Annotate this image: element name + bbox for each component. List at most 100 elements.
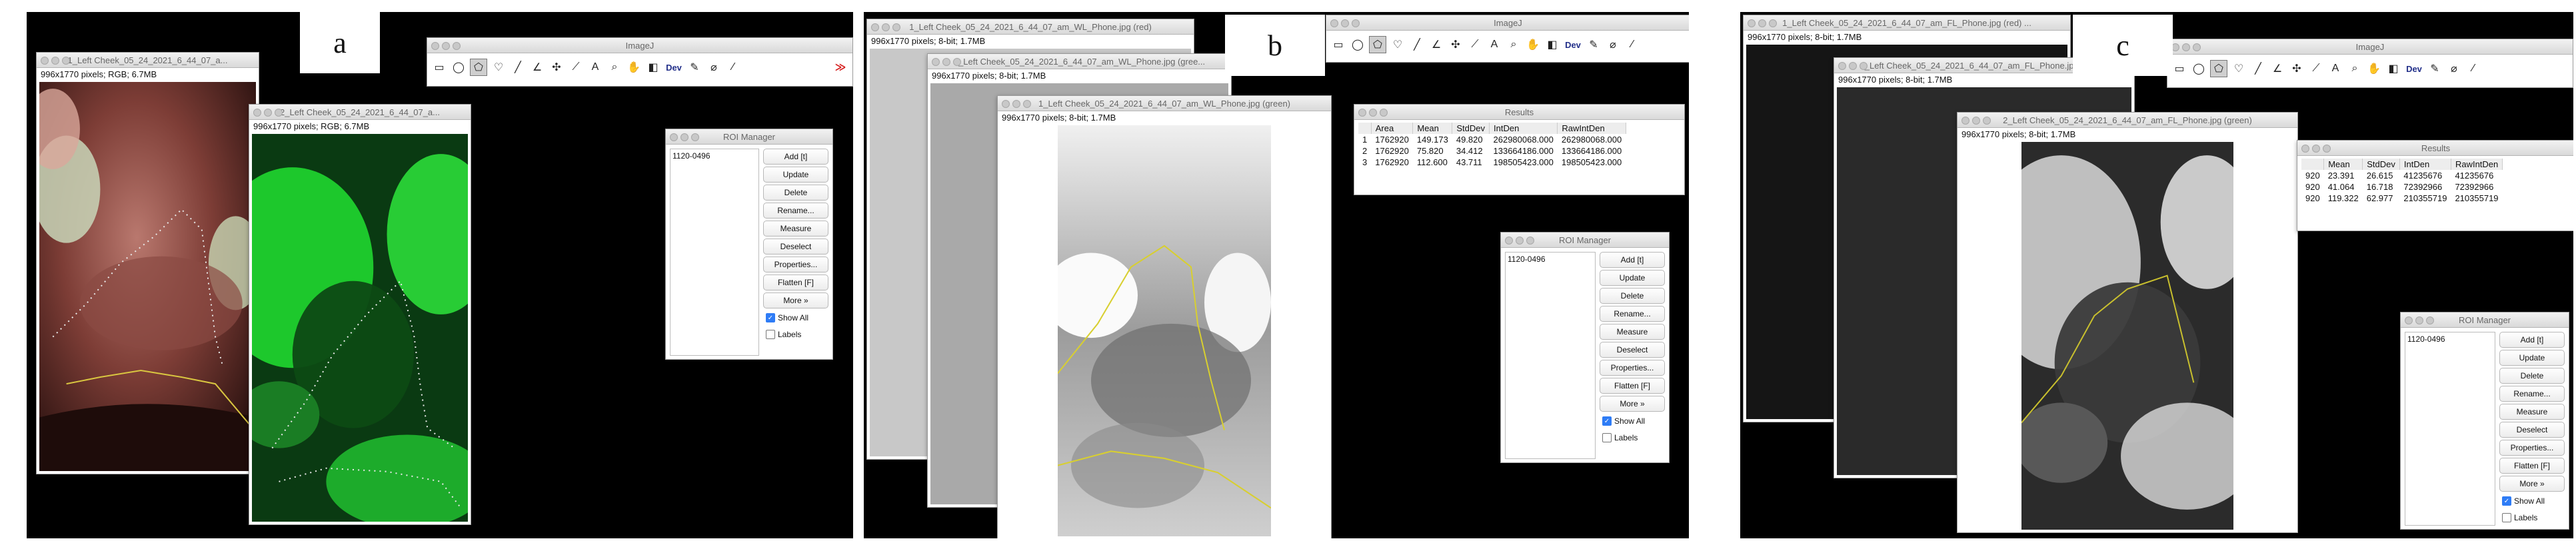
pencil-icon[interactable]: ✎ [686,59,702,75]
window-title-bar[interactable]: ROI Manager [2401,312,2569,328]
deselect-button[interactable]: Deselect [763,239,828,255]
window-controls[interactable] [1002,100,1031,108]
window-controls[interactable] [1358,109,1388,117]
window-controls[interactable] [871,23,900,31]
delete-button[interactable]: Delete [2499,368,2565,384]
delete-button[interactable]: Delete [763,185,828,201]
roi-list-item[interactable]: 1120-0496 [1508,255,1593,264]
window-title-bar[interactable]: Results [2297,141,2573,156]
roi-manager-window[interactable]: ROI Manager 1120-0496 Add [t] Update Del… [2400,312,2569,530]
line-tool-icon[interactable]: ╱ [510,59,526,75]
properties-button[interactable]: Properties... [763,257,828,273]
freehand-tool-icon[interactable]: ♡ [491,59,507,75]
table-row[interactable]: 920 119.322 62.977 210355719 210355719 [2301,193,2503,204]
grayscale-image-green[interactable] [2021,142,2233,530]
hand-tool-icon[interactable]: ✋ [2366,61,2382,77]
add-button[interactable]: Add [t] [2499,332,2565,348]
window-title-bar[interactable]: ImageJ [427,38,852,53]
polygon-tool-icon[interactable]: ⬠ [470,59,487,76]
table-row[interactable]: 920 23.391 26.615 41235676 41235676 [2301,170,2503,181]
roi-list-item[interactable]: 1120-0496 [2407,334,2493,344]
angle-tool-icon[interactable]: ∠ [529,59,545,75]
show-all-checkbox[interactable]: ✓ Show All [1600,414,1665,428]
measure-button[interactable]: Measure [763,221,828,237]
update-button[interactable]: Update [1600,270,1665,286]
freehand-tool-icon[interactable]: ♡ [2231,61,2247,77]
freehand-tool-icon[interactable]: ♡ [1390,37,1406,53]
polygon-tool-icon[interactable]: ⬠ [1369,36,1386,53]
oval-tool-icon[interactable]: ◯ [1350,37,1366,53]
window-controls[interactable] [2301,145,2331,153]
deselect-button[interactable]: Deselect [1600,342,1665,358]
window-title-bar[interactable]: 1_Left Cheek_05_24_2021_6_44_07_am_FL_Ph… [1744,15,2070,31]
dev-icon[interactable]: Dev [1564,37,1582,53]
table-row[interactable]: 3 1762920 112.600 43.711 198505423.000 1… [1358,157,1626,168]
window-title-bar[interactable]: 1_Left Cheek_05_24_2021_6_44_07_am_WL_Ph… [998,96,1331,111]
angle-tool-icon[interactable]: ∠ [2269,61,2285,77]
hand-tool-icon[interactable]: ✋ [1525,37,1541,53]
window-title-bar[interactable]: 2_Left Cheek_05_24_2021_6_44_07_a... [249,105,471,120]
window-controls[interactable] [1330,19,1360,27]
brush-icon[interactable]: ⌀ [2446,61,2462,77]
oral-cavity-image-rgb[interactable] [39,82,256,471]
polygon-tool-icon[interactable]: ⬠ [2210,60,2227,77]
hand-tool-icon[interactable]: ✋ [626,59,642,75]
oval-tool-icon[interactable]: ◯ [2191,61,2207,77]
imagej-toolbar-window[interactable]: ImageJ ▭ ◯ ⬠ ♡ ╱ ∠ ✣ ⟋ A ⌕ ✋ ◧ Dev ✎ ⌀ ⁄ [1326,15,1689,63]
brush-icon[interactable]: ⌀ [1605,37,1621,53]
dev-icon[interactable]: Dev [2405,61,2423,77]
table-row[interactable]: 2 1762920 75.820 34.412 133664186.000 13… [1358,145,1626,157]
imagej-toolbar-window[interactable]: ImageJ ▭ ◯ ⬠ ♡ ╱ ∠ ✣ ⟋ A ⌕ ✋ ◧ Dev ✎ ⌀ ⁄ [2167,39,2573,88]
add-button[interactable]: Add [t] [1600,252,1665,268]
magnifier-tool-icon[interactable]: ⌕ [1506,37,1522,53]
wand-tool-icon[interactable]: ⟋ [568,59,584,75]
window-title-bar[interactable]: ROI Manager [666,129,832,145]
labels-checkbox[interactable]: Labels [2499,510,2565,525]
rectangle-tool-icon[interactable]: ▭ [2171,61,2187,77]
text-tool-icon[interactable]: A [2327,61,2343,77]
deselect-button[interactable]: Deselect [2499,422,2565,438]
more-button[interactable]: More » [2499,476,2565,492]
window-title-bar[interactable]: 2_Left Cheek_05_24_2021_6_44_07_am_FL_Ph… [1957,113,2297,128]
window-controls[interactable] [1838,62,1868,70]
table-row[interactable]: 1 1762920 149.173 49.820 262980068.000 2… [1358,134,1626,145]
add-button[interactable]: Add [t] [763,149,828,165]
flatten-button[interactable]: Flatten [F] [1600,378,1665,394]
pencil-icon[interactable]: ✎ [1586,37,1602,53]
oral-cavity-image-fluorescence[interactable] [252,134,468,522]
window-controls[interactable] [670,133,699,141]
window-controls[interactable] [1748,19,1777,27]
delete-button[interactable]: Delete [1600,288,1665,304]
labels-checkbox[interactable]: Labels [763,327,828,342]
image-window-green-channel[interactable]: 1_Left Cheek_05_24_2021_6_44_07_am_WL_Ph… [997,95,1332,538]
dropper-icon[interactable]: ⁄ [2465,61,2481,77]
roi-manager-window[interactable]: ROI Manager 1120-0496 Add [t] Update Del… [1500,232,1670,463]
roi-list[interactable]: 1120-0496 [1505,252,1596,459]
properties-button[interactable]: Properties... [1600,360,1665,376]
oval-tool-icon[interactable]: ◯ [451,59,467,75]
window-controls[interactable] [1505,237,1534,245]
window-title-bar[interactable]: 1_Left Cheek_05_24_2021_6_44_07_am_WL_Ph… [867,19,1194,35]
wand-tool-icon[interactable]: ⟋ [2308,61,2324,77]
line-tool-icon[interactable]: ╱ [2250,61,2266,77]
rename-button[interactable]: Rename... [2499,386,2565,402]
window-title-bar[interactable]: 1_Left Cheek_05_24_2021_6_44_07_a... [37,53,259,68]
dev-icon[interactable]: Dev [664,59,683,75]
more-tools-icon[interactable]: ≫ [832,59,848,75]
image-window-green-channel[interactable]: 2_Left Cheek_05_24_2021_6_44_07_am_FL_Ph… [1957,112,2298,533]
image-window-fl-rgb[interactable]: 2_Left Cheek_05_24_2021_6_44_07_a... 996… [249,104,471,525]
window-controls[interactable] [932,58,961,66]
measure-button[interactable]: Measure [2499,404,2565,420]
window-controls[interactable] [1961,117,1991,125]
line-tool-icon[interactable]: ╱ [1409,37,1425,53]
window-controls[interactable] [2171,43,2201,51]
update-button[interactable]: Update [763,167,828,183]
point-tool-icon[interactable]: ✣ [549,59,565,75]
magnifier-tool-icon[interactable]: ⌕ [607,59,623,75]
dropper-icon[interactable]: ⁄ [1624,37,1640,53]
window-title-bar[interactable]: ImageJ [2167,39,2573,55]
results-window[interactable]: Results Area Mean StdDev IntDen RawIntDe… [1354,104,1685,195]
rename-button[interactable]: Rename... [763,203,828,219]
grayscale-image-green[interactable] [1058,125,1271,536]
show-all-checkbox[interactable]: ✓ Show All [763,310,828,325]
